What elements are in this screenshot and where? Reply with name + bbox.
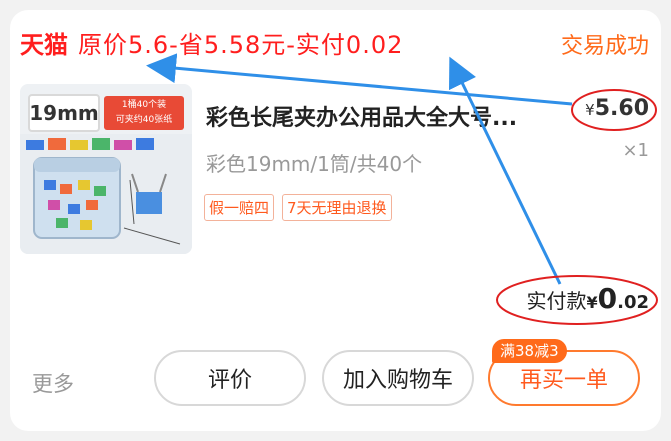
order-header: 天猫 原价5.6-省5.58元-实付0.02 [20, 22, 403, 62]
more-button[interactable]: 更多 [32, 368, 74, 398]
thumb-size-label: 19mm [28, 94, 100, 132]
amount-paid: 实付款 ¥ 0 .02 [526, 282, 649, 315]
thumb-tag-line1: 1桶40个装 [121, 100, 167, 110]
amount-paid-decimal: .02 [617, 292, 649, 313]
product-spec: 彩色19mm/1筒/共40个 [206, 152, 423, 176]
order-status: 交易成功 [560, 34, 649, 59]
tmall-brand-label[interactable]: 天猫 [20, 25, 68, 60]
add-to-cart-button[interactable]: 加入购物车 [322, 350, 474, 406]
promo-badge: 满38减3 [492, 339, 567, 363]
review-button[interactable]: 评价 [154, 350, 306, 406]
product-title[interactable]: 彩色长尾夹办公用品大全大号... [206, 100, 566, 132]
amount-paid-currency: ¥ [586, 293, 598, 312]
binder-clips-image [20, 134, 192, 254]
price-value: 5.60 [594, 96, 649, 121]
service-tag-return: 7天无理由退换 [282, 194, 392, 221]
product-thumbnail[interactable]: 19mm 1桶40个装 可夹约40张纸 [20, 84, 192, 254]
quantity: ×1 [622, 140, 649, 161]
thumb-pack-tag: 1桶40个装 可夹约40张纸 [104, 96, 184, 130]
amount-paid-label: 实付款 [526, 289, 587, 313]
service-tags: 假一赔四 7天无理由退换 [204, 194, 392, 221]
thumb-tag-line2: 可夹约40张纸 [115, 115, 173, 125]
price-note: 原价5.6-省5.58元-实付0.02 [78, 30, 404, 59]
amount-paid-integer: 0 [597, 282, 618, 315]
unit-price: ¥ 5.60 [585, 96, 649, 121]
service-tag-authentic: 假一赔四 [204, 194, 275, 221]
price-currency: ¥ [585, 101, 595, 119]
